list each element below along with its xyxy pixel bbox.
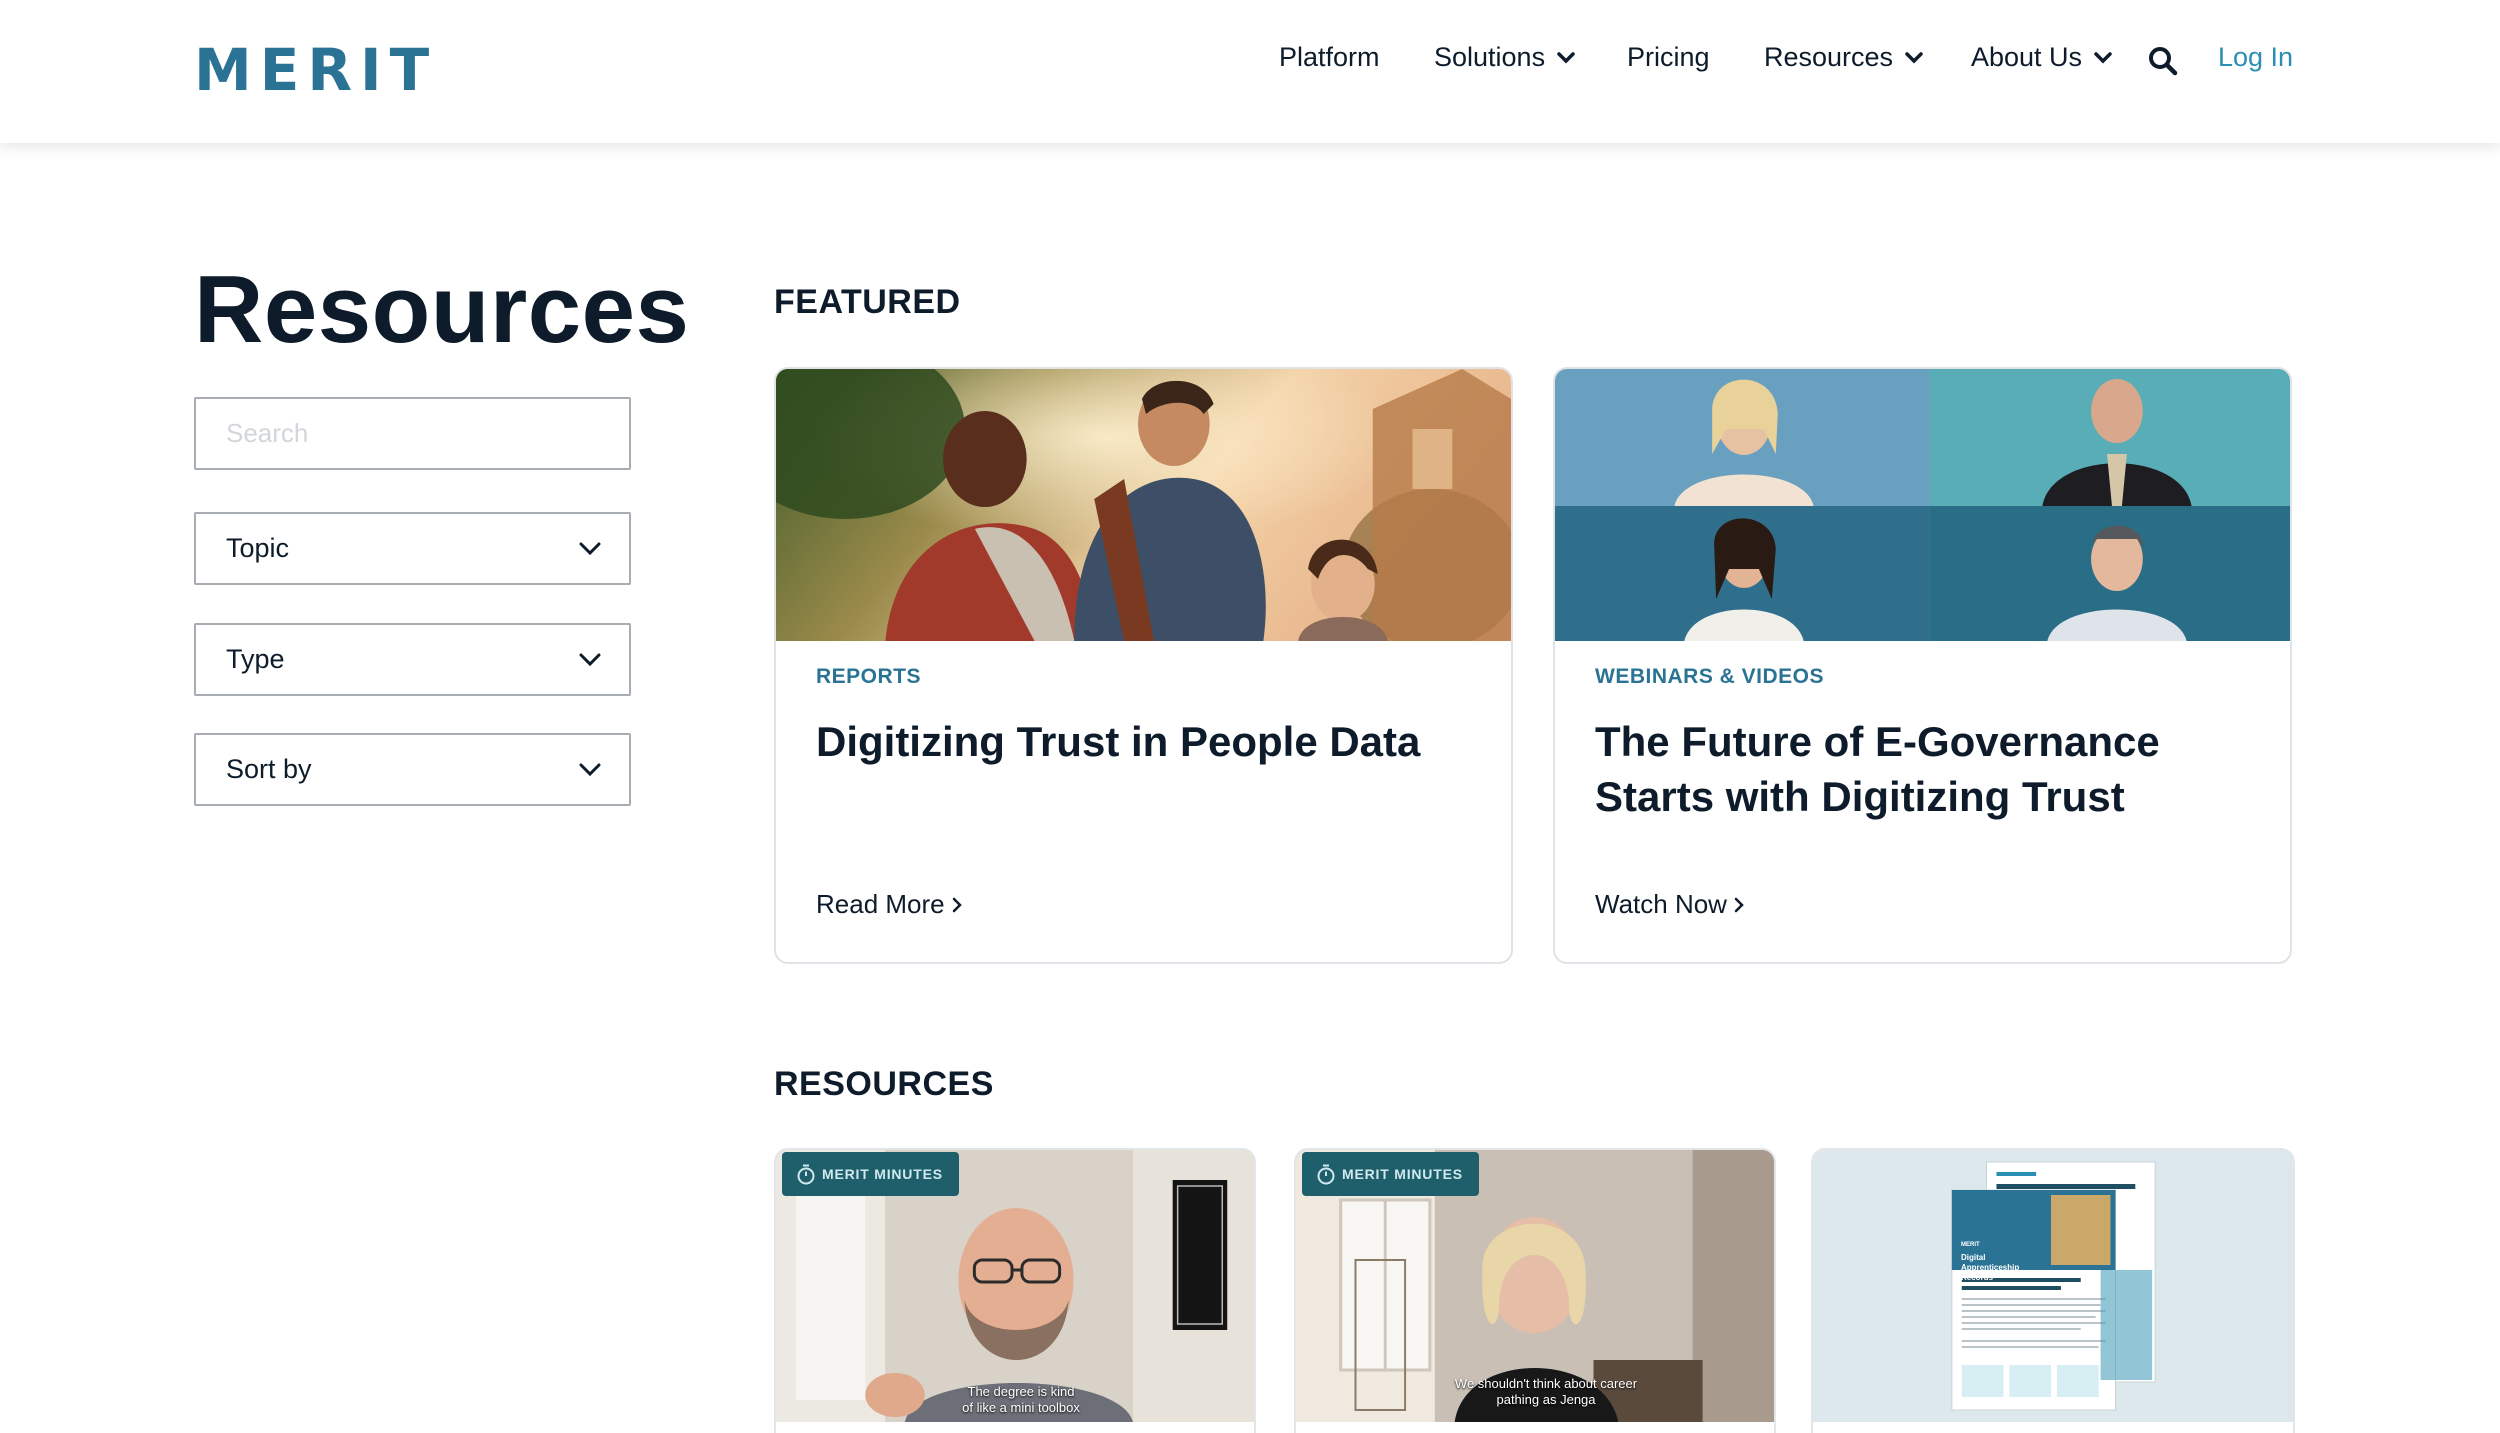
merit-minutes-badge: MERIT MINUTES [782, 1152, 959, 1196]
caption-line: The degree is kind [967, 1384, 1075, 1399]
nav-about-us[interactable]: About Us [1971, 42, 2112, 73]
card-title[interactable]: Digitizing Trust in People Data [816, 714, 1476, 769]
doc-title-line: Digital [1961, 1253, 1986, 1262]
card-title[interactable]: The Future of E-Governance Starts with D… [1595, 714, 2255, 824]
nav-solutions[interactable]: Solutions [1434, 42, 1575, 73]
featured-heading: FEATURED [774, 283, 961, 321]
card-category: WEBINARS & VIDEOS [1595, 665, 1825, 688]
cta-label: Read More [816, 889, 945, 919]
caption-line: pathing as Jenga [1496, 1392, 1596, 1407]
nav-resources-label: Resources [1764, 42, 1894, 72]
read-more-link[interactable]: Read More [816, 889, 962, 920]
chevron-down-icon [2094, 51, 2112, 63]
chevron-down-icon [1905, 51, 1923, 63]
video-caption: The degree is kind of like a mini toolbo… [946, 1384, 1096, 1416]
chevron-down-icon [579, 653, 601, 666]
chevron-down-icon [579, 763, 601, 776]
search-icon[interactable] [2148, 46, 2178, 76]
chevron-right-icon [1734, 897, 1744, 912]
nav-platform[interactable]: Platform [1279, 42, 1380, 73]
chevron-down-icon [1557, 51, 1575, 63]
nav-platform-label: Platform [1279, 42, 1380, 72]
page-title: Resources [194, 256, 690, 363]
card-category: REPORTS [816, 665, 922, 688]
nav-about-label: About Us [1971, 42, 2083, 72]
type-select-label: Type [226, 644, 285, 674]
stopwatch-icon [797, 1164, 815, 1185]
family-walking-image [776, 369, 1511, 641]
nav-pricing[interactable]: Pricing [1627, 42, 1710, 73]
nav-pricing-label: Pricing [1627, 42, 1710, 72]
sort-select-label: Sort by [226, 754, 312, 784]
badge-label: MERIT MINUTES [822, 1166, 943, 1182]
nav-resources[interactable]: Resources [1764, 42, 1923, 73]
caption-line: We shouldn't think about career [1454, 1376, 1638, 1391]
doc-brand: MERIT [1961, 1242, 1980, 1248]
doc-title: MERIT Digital Apprenticeship Records [1961, 1240, 2019, 1283]
document-preview-image [1813, 1150, 2293, 1422]
video-call-grid-image [1555, 369, 2290, 641]
resource-card-video-2[interactable]: MERIT MINUTES We shouldn't think about c… [1294, 1148, 1776, 1433]
site-header: MERIT Platform Solutions Pricing Resourc… [0, 0, 2500, 143]
badge-label: MERIT MINUTES [1342, 1166, 1463, 1182]
caption-line: of like a mini toolbox [962, 1400, 1080, 1415]
doc-title-line: Records [1961, 1273, 1994, 1282]
sort-select[interactable]: Sort by [194, 733, 631, 806]
topic-select[interactable]: Topic [194, 512, 631, 585]
nav-solutions-label: Solutions [1434, 42, 1546, 72]
featured-card-report[interactable]: REPORTS Digitizing Trust in People Data … [774, 367, 1513, 964]
stopwatch-icon [1317, 1164, 1335, 1185]
resource-card-video-1[interactable]: MERIT MINUTES The degree is kind of like… [774, 1148, 1256, 1433]
chevron-right-icon [952, 897, 962, 912]
doc-title-line: Apprenticeship [1961, 1263, 2020, 1272]
resource-card-document[interactable]: MERIT Digital Apprenticeship Records [1811, 1148, 2295, 1433]
search-input[interactable] [194, 397, 631, 470]
featured-card-webinar[interactable]: WEBINARS & VIDEOS The Future of E-Govern… [1553, 367, 2292, 964]
merit-minutes-badge: MERIT MINUTES [1302, 1152, 1479, 1196]
login-link[interactable]: Log In [2218, 42, 2293, 73]
watch-now-link[interactable]: Watch Now [1595, 889, 1744, 920]
merit-logo[interactable]: MERIT [194, 36, 437, 104]
topic-select-label: Topic [226, 533, 290, 563]
cta-label: Watch Now [1595, 889, 1727, 919]
type-select[interactable]: Type [194, 623, 631, 696]
video-caption: We shouldn't think about career pathing … [1436, 1376, 1656, 1408]
chevron-down-icon [579, 542, 601, 555]
resources-heading: RESOURCES [774, 1065, 994, 1103]
